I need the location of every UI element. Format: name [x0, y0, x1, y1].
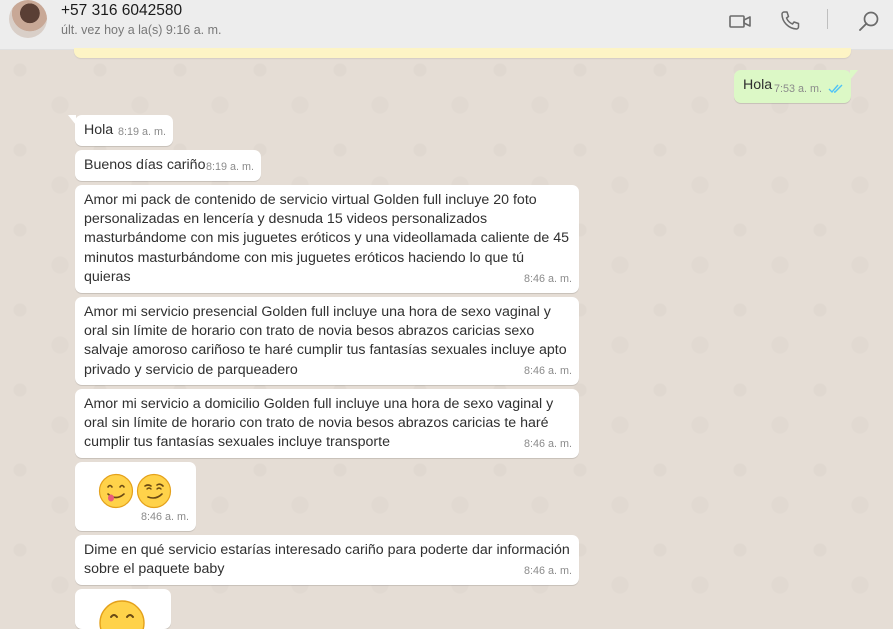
double-check-read-icon — [828, 84, 843, 93]
message-text: Buenos días cariño — [84, 157, 206, 173]
message-line: sobre el paquete baby — [84, 561, 225, 578]
contact-avatar[interactable] — [9, 0, 47, 38]
message-line: privado y servicio de parqueadero — [84, 361, 298, 378]
message-bubble-incoming[interactable] — [75, 589, 171, 629]
message-time: 8:19 a. m. — [117, 125, 166, 138]
message-line: Amor mi servicio a domicilio Golden full… — [84, 396, 554, 412]
message-bubble-incoming[interactable]: Dime en qué servicio estarías interesado… — [75, 535, 579, 585]
message-time: 8:46 a. m. — [523, 564, 572, 577]
message-line: Dime en qué servicio estarías interesado… — [84, 542, 570, 558]
smiling-face-icon — [99, 600, 145, 629]
video-call-icon[interactable] — [728, 9, 752, 33]
message-bubble-incoming[interactable]: Amor mi servicio a domicilio Golden full… — [75, 389, 579, 458]
last-seen-status: últ. vez hoy a la(s) 9:16 a. m. — [61, 23, 222, 37]
notice-banner — [74, 48, 851, 58]
message-line: Amor mi pack de contenido de servicio vi… — [84, 192, 537, 208]
message-line: oral sin límite de horario con trato de … — [84, 323, 535, 340]
message-line: masturbándome con mis juguetes eróticos … — [84, 230, 570, 247]
message-line: Amor mi servicio presencial Golden full … — [84, 304, 551, 320]
message-bubble-incoming[interactable]: Buenos días cariño 8:19 a. m. — [75, 150, 261, 181]
contact-name[interactable]: +57 316 6042580 — [61, 2, 182, 20]
message-bubble-incoming[interactable]: Amor mi pack de contenido de servicio vi… — [75, 185, 579, 293]
search-icon[interactable] — [857, 9, 881, 33]
message-time: 7:53 a. m. — [774, 80, 844, 99]
message-bubble-incoming[interactable]: 8:46 a. m. — [75, 462, 196, 531]
message-line: personalizadas en lencería y desnuda 15 … — [84, 211, 488, 228]
message-bubble-incoming[interactable]: Amor mi servicio presencial Golden full … — [75, 297, 579, 385]
voice-call-icon[interactable] — [778, 9, 802, 33]
chat-header: +57 316 6042580 últ. vez hoy a la(s) 9:1… — [0, 0, 893, 50]
message-bubble-outgoing[interactable]: Hola 7:53 a. m. — [734, 70, 858, 103]
message-text: Hola — [743, 77, 773, 93]
message-time: 8:46 a. m. — [523, 437, 572, 450]
message-time: 8:19 a. m. — [205, 160, 254, 173]
yum-face-icon — [98, 473, 134, 509]
message-time: 8:46 a. m. — [140, 510, 189, 523]
message-list[interactable]: Hola 7:53 a. m. Hola 8:19 a. m. Buenos d… — [0, 48, 893, 629]
message-time: 8:46 a. m. — [523, 272, 572, 285]
message-line: salvaje amoroso cariñoso te haré cumplir… — [84, 342, 567, 359]
header-divider — [827, 9, 828, 29]
message-bubble-incoming[interactable]: Hola 8:19 a. m. — [68, 115, 173, 146]
message-line: quieras — [84, 268, 131, 285]
message-text: Hola — [84, 122, 114, 138]
message-time: 8:46 a. m. — [523, 364, 572, 377]
message-line: minutos masturbándome con mis juguetes e… — [84, 249, 525, 266]
smirk-face-icon — [136, 473, 172, 509]
message-line: oral sin límite de horario con trato de … — [84, 415, 549, 432]
message-line: cumplir tus fantasías sexuales incluye t… — [84, 434, 390, 451]
